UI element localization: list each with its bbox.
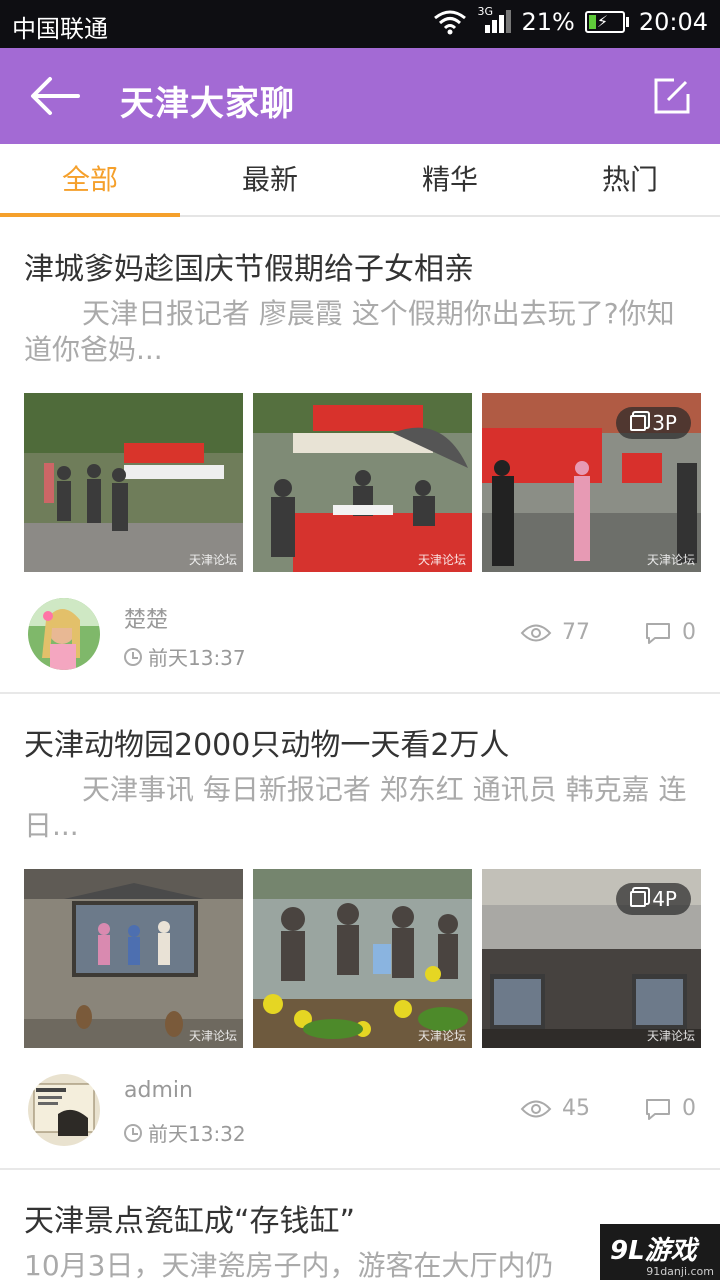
photo-count: 3P [652,411,677,435]
wifi-icon [433,9,467,35]
post-summary: 10月3日，天津瓷房子内，游客在大厅内仍 [24,1249,554,1280]
post-image[interactable]: 天津论坛 [24,393,243,572]
signal-icon: 3G [477,5,512,35]
tab-bar: 全部 最新 精华 热门 [0,144,720,217]
compose-icon [654,78,690,114]
clock-icon [124,647,142,666]
post-thumbnails: 天津论坛 天津论坛 [24,869,701,1048]
post-meta: admin 前天13:32 45 0 [0,1074,720,1154]
image-watermark: 天津论坛 [646,553,695,567]
post-time-label: 前天13:37 [148,646,246,670]
author-name[interactable]: admin [124,1078,193,1103]
post-summary: 天津日报记者 廖晨霞 这个假期你出去玩了?你知道你爸妈... [24,297,675,366]
comment-icon [646,1098,670,1120]
author-name[interactable]: 楚楚 [124,602,168,634]
post-item[interactable]: 天津动物园2000只动物一天看2万人 天津事讯 每日新报记者 郑东红 通讯员 韩… [0,694,720,1168]
view-count: 77 [520,620,590,645]
photo-count-badge: 3P [616,407,691,439]
clock-time: 20:04 [638,8,708,36]
image-watermark: 天津论坛 [417,1029,466,1043]
post-image[interactable]: 天津论坛 3P [482,393,701,572]
watermark-site: 91danji.com [646,1265,714,1278]
view-count: 45 [520,1096,590,1121]
back-button[interactable] [28,74,84,118]
post-thumbnails: 天津论坛 天津论坛 [24,393,701,572]
page-title: 天津大家聊 [120,84,295,124]
post-item[interactable]: 津城爹妈趁国庆节假期给子女相亲 天津日报记者 廖晨霞 这个假期你出去玩了?你知道… [0,218,720,692]
comment-count[interactable]: 0 [644,620,696,645]
arrow-left-icon [31,77,80,115]
tab-all[interactable]: 全部 [0,144,180,217]
view-count-label: 45 [562,1096,590,1121]
post-image[interactable]: 天津论坛 [253,869,472,1048]
post-title: 天津动物园2000只动物一天看2万人 [24,728,510,763]
eye-icon [520,624,552,641]
compose-button[interactable] [652,76,692,116]
battery-percent: 21% [521,8,575,36]
post-meta: 楚楚 前天13:37 77 0 [0,598,720,678]
comment-count-label: 0 [682,620,696,645]
post-time: 前天13:37 [124,642,246,671]
avatar[interactable] [28,598,100,670]
carrier-label: 中国联通 [12,15,108,43]
post-title: 津城爹妈趁国庆节假期给子女相亲 [24,252,474,287]
app-bar: 天津大家聊 [0,48,720,144]
status-bar: 中国联通 3G 21% ⚡ 20:04 [0,0,720,48]
post-image[interactable]: 天津论坛 [253,393,472,572]
comment-count[interactable]: 0 [644,1096,696,1121]
photo-count: 4P [652,887,677,911]
post-time-label: 前天13:32 [148,1122,246,1146]
tab-latest[interactable]: 最新 [180,144,360,215]
image-watermark: 天津论坛 [188,1029,237,1043]
gallery-icon [630,415,647,431]
post-summary: 天津事讯 每日新报记者 郑东红 通讯员 韩克嘉 连日... [24,773,687,842]
view-count-label: 77 [562,620,590,645]
image-watermark: 天津论坛 [646,1029,695,1043]
tab-hot[interactable]: 热门 [540,144,720,215]
comment-count-label: 0 [682,1096,696,1121]
network-type-label: 3G [477,5,494,18]
avatar[interactable] [28,1074,100,1146]
post-image[interactable]: 天津论坛 4P [482,869,701,1048]
gallery-icon [630,891,647,907]
eye-icon [520,1100,552,1117]
site-watermark: 9L游戏 91danji.com [600,1224,720,1280]
post-image[interactable]: 天津论坛 [24,869,243,1048]
comment-icon [646,622,670,644]
image-watermark: 天津论坛 [417,553,466,567]
clock-icon [124,1123,142,1142]
image-watermark: 天津论坛 [188,553,237,567]
watermark-brand: 9L游戏 [610,1236,697,1266]
photo-count-badge: 4P [616,883,691,915]
battery-icon: ⚡ [584,11,629,33]
post-title: 天津景点瓷缸成“存钱缸” [24,1204,356,1239]
post-time: 前天13:32 [124,1118,246,1147]
tab-featured[interactable]: 精华 [360,144,540,215]
